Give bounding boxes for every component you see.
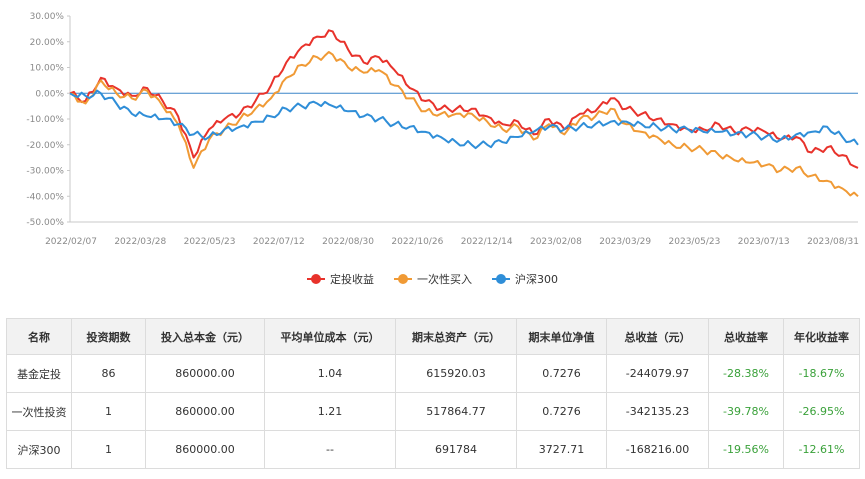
- table-cell: -342135.23: [606, 392, 709, 431]
- table-cell: -19.56%: [708, 430, 784, 469]
- header-cell: 名称: [6, 318, 72, 355]
- table-cell: 0.7276: [516, 392, 607, 431]
- header-cell: 平均单位成本（元）: [264, 318, 396, 355]
- y-axis-ticks: 30.00% 20.00% 10.00% 0.00% -10.00% -20.00% -30…: [26, 12, 70, 228]
- x-tick-label: 2022/02/07: [45, 237, 97, 247]
- table-cell: 0.7276: [516, 354, 607, 393]
- table-cell: 沪深300: [6, 430, 72, 469]
- y-tick-label: 20.00%: [30, 38, 65, 48]
- y-tick-label: 10.00%: [30, 64, 65, 74]
- series-line-1: [69, 51, 859, 198]
- legend-line-dot-icon: [394, 274, 412, 284]
- y-tick-label: -10.00%: [26, 115, 64, 125]
- header-cell: 总收益率: [708, 318, 784, 355]
- table-cell: 1: [71, 392, 146, 431]
- y-tick-label: -30.00%: [26, 167, 64, 177]
- y-tick-label: 30.00%: [30, 12, 65, 22]
- x-tick-label: 2023/02/08: [530, 237, 582, 247]
- x-tick-label: 2023/05/23: [669, 237, 721, 247]
- x-axis-ticks: 2022/02/07 2022/03/28 2022/05/23 2022/07/12…: [45, 237, 859, 247]
- table-cell: -168216.00: [606, 430, 709, 469]
- y-tick-label: -40.00%: [26, 192, 64, 202]
- table-cell: 860000.00: [145, 430, 265, 469]
- line-chart: 30.00% 20.00% 10.00% 0.00% -10.00% -20.00% -30…: [26, 12, 859, 247]
- table-row: 基金定投 86 860000.00 1.04 615920.03 0.7276 …: [6, 354, 860, 393]
- x-tick-label: 2022/07/12: [253, 237, 305, 247]
- legend-item-hs300[interactable]: 沪深300: [492, 271, 558, 287]
- table-row: 一次性投资 1 860000.00 1.21 517864.77 0.7276 …: [6, 392, 860, 431]
- x-tick-label: 2023/07/13: [738, 237, 790, 247]
- x-tick-label: 2023/03/29: [599, 237, 651, 247]
- table-cell: -39.78%: [708, 392, 784, 431]
- table-cell: 691784: [395, 430, 517, 469]
- y-tick-label: -20.00%: [26, 141, 64, 151]
- table-cell: 一次性投资: [6, 392, 72, 431]
- table-cell: 1.04: [264, 354, 396, 393]
- legend-line-dot-icon: [492, 274, 510, 284]
- y-tick-label: -50.00%: [26, 218, 64, 228]
- table-cell: 860000.00: [145, 354, 265, 393]
- header-cell: 期末单位净值: [516, 318, 607, 355]
- table-cell: 860000.00: [145, 392, 265, 431]
- table-cell: -18.67%: [783, 354, 860, 393]
- table-cell: 615920.03: [395, 354, 517, 393]
- header-cell: 投资期数: [71, 318, 146, 355]
- table-cell: 1.21: [264, 392, 396, 431]
- table-cell: --: [264, 430, 396, 469]
- x-tick-label: 2022/10/26: [391, 237, 443, 247]
- series-line-0: [69, 29, 859, 169]
- header-cell: 年化收益率: [783, 318, 860, 355]
- table-header-row: 名称 投资期数 投入总本金（元） 平均单位成本（元） 期末总资产（元） 期末单位…: [6, 318, 860, 355]
- header-cell: 总收益（元）: [606, 318, 709, 355]
- chart-legend: 定投收益 一次性买入 沪深300: [0, 268, 865, 290]
- table-cell: 基金定投: [6, 354, 72, 393]
- table-row: 沪深300 1 860000.00 -- 691784 3727.71 -168…: [6, 430, 860, 469]
- table-cell: -244079.97: [606, 354, 709, 393]
- x-tick-label: 2022/03/28: [114, 237, 166, 247]
- legend-item-lump-sum[interactable]: 一次性买入: [394, 271, 472, 287]
- table-cell: 517864.77: [395, 392, 517, 431]
- table-cell: 3727.71: [516, 430, 607, 469]
- table-cell: 86: [71, 354, 146, 393]
- table-cell: -26.95%: [783, 392, 860, 431]
- x-tick-label: 2022/05/23: [184, 237, 236, 247]
- legend-item-dingtou[interactable]: 定投收益: [307, 271, 374, 287]
- header-cell: 期末总资产（元）: [395, 318, 517, 355]
- x-tick-label: 2023/08/31: [807, 237, 859, 247]
- series-lines: [69, 29, 859, 198]
- header-cell: 投入总本金（元）: [145, 318, 265, 355]
- y-tick-label: 0.00%: [35, 89, 64, 99]
- summary-table: 名称 投资期数 投入总本金（元） 平均单位成本（元） 期末总资产（元） 期末单位…: [6, 318, 860, 469]
- legend-line-dot-icon: [307, 274, 325, 284]
- legend-label: 沪深300: [515, 273, 558, 286]
- table-cell: -12.61%: [783, 430, 860, 469]
- table-cell: -28.38%: [708, 354, 784, 393]
- legend-label: 定投收益: [330, 273, 374, 286]
- table-cell: 1: [71, 430, 146, 469]
- x-tick-label: 2022/12/14: [461, 237, 513, 247]
- x-tick-label: 2022/08/30: [322, 237, 374, 247]
- legend-label: 一次性买入: [417, 273, 472, 286]
